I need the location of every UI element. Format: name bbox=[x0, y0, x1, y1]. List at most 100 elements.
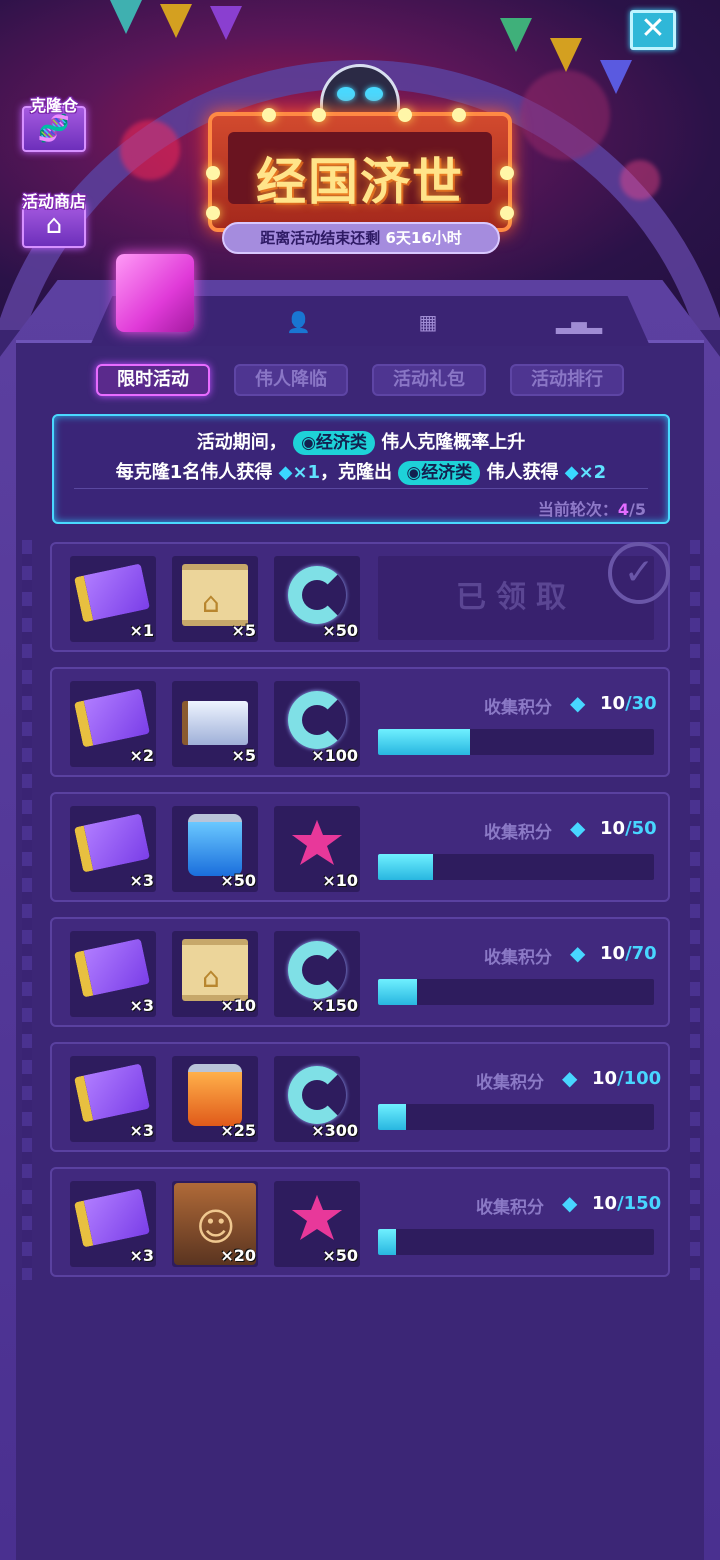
item-quantity: ×5 bbox=[231, 746, 256, 765]
countdown-value: 6天16小时 bbox=[385, 229, 462, 247]
tab-event-ranking[interactable]: 活动排行 bbox=[510, 364, 624, 396]
score-label: 收集积分 bbox=[484, 823, 552, 843]
item-quantity: ×50 bbox=[322, 1246, 358, 1265]
reward-item-slot[interactable]: ×3 bbox=[70, 931, 156, 1017]
item-quantity: ×50 bbox=[322, 621, 358, 640]
ticket-icon bbox=[73, 1188, 151, 1248]
reward-item-slot[interactable]: ×10 bbox=[274, 806, 360, 892]
reward-row: ×3 ×25 ×300 收集积分 ◆ 10/100 bbox=[50, 1042, 670, 1152]
reward-item-slot[interactable]: ×300 bbox=[274, 1056, 360, 1142]
progress-fill bbox=[378, 1104, 406, 1130]
reward-item-slot[interactable]: ×150 bbox=[274, 931, 360, 1017]
reward-item-slot[interactable]: ×3 bbox=[70, 1181, 156, 1267]
coin-icon: ◉ bbox=[406, 463, 422, 483]
c-item-icon bbox=[288, 566, 346, 624]
reward-item-slot[interactable]: ×10 bbox=[172, 931, 258, 1017]
gem-icon: ◆ bbox=[570, 816, 586, 840]
c-item-icon bbox=[288, 1066, 346, 1124]
bunting-flag bbox=[160, 4, 192, 38]
item-quantity: ×3 bbox=[129, 1246, 154, 1265]
round-label: 当前轮次： bbox=[537, 500, 618, 519]
item-quantity: ×20 bbox=[220, 1246, 256, 1265]
economy-tag: ◉经济类 bbox=[293, 431, 375, 455]
gift-icon[interactable]: ▦ bbox=[416, 312, 440, 332]
tab-limited-event[interactable]: 限时活动 bbox=[96, 364, 210, 396]
score-value: 10/50 bbox=[600, 818, 657, 839]
progress-bar bbox=[378, 854, 654, 880]
score-max: /100 bbox=[617, 1068, 662, 1089]
reward-item-slot[interactable]: ×100 bbox=[274, 681, 360, 767]
score-label: 收集积分 bbox=[476, 1073, 544, 1093]
economy-tag-label: 经济类 bbox=[421, 463, 473, 483]
progress-bar bbox=[378, 729, 654, 755]
marquee-bulb bbox=[262, 108, 276, 122]
reward-item-slot[interactable]: ×50 bbox=[274, 1181, 360, 1267]
marquee-bulb bbox=[312, 108, 326, 122]
ticket-icon bbox=[73, 1063, 151, 1123]
bunting-flag bbox=[210, 6, 242, 40]
item-quantity: ×100 bbox=[311, 746, 358, 765]
info-text: 伟人获得 bbox=[486, 462, 559, 483]
gem-icon: ◆ bbox=[564, 462, 579, 483]
round-indicator: 当前轮次：4/5 bbox=[538, 496, 646, 520]
person-icon[interactable]: 👤 bbox=[286, 312, 311, 332]
score-current: 10 bbox=[592, 1068, 618, 1089]
reward-item-slot[interactable]: ×3 bbox=[70, 806, 156, 892]
round-current: 4 bbox=[617, 500, 630, 519]
score-label: 收集积分 bbox=[484, 698, 552, 718]
countdown-banner: 距离活动结束还剩 6天16小时 bbox=[222, 222, 500, 254]
score-max: /50 bbox=[625, 818, 657, 839]
marquee-bulb bbox=[206, 166, 220, 180]
reward-item-slot[interactable]: ×50 bbox=[172, 806, 258, 892]
score-max: /150 bbox=[617, 1193, 662, 1214]
reward-item-slot[interactable]: ×1 bbox=[70, 556, 156, 642]
reward-row: ×3 ×50 ×10 收集积分 ◆ 10/50 bbox=[50, 792, 670, 902]
gem-multiplier: ×2 bbox=[578, 462, 607, 483]
light-bokeh bbox=[620, 160, 660, 200]
reward-item-slot[interactable]: ×5 bbox=[172, 681, 258, 767]
cube-icon[interactable] bbox=[116, 254, 194, 332]
close-icon: ✕ bbox=[640, 11, 666, 46]
gem-icon: ◆ bbox=[570, 941, 586, 965]
reward-item-slot[interactable]: ×5 bbox=[172, 556, 258, 642]
gem-icon: ◆ bbox=[562, 1191, 578, 1215]
event-info-panel: 活动期间， ◉经济类 伟人克隆概率上升 每克隆1名伟人获得 ◆×1，克隆出 ◉经… bbox=[52, 414, 670, 524]
ranking-icon[interactable]: ▂▄▂ bbox=[556, 312, 602, 332]
reward-item-slot[interactable]: ×25 bbox=[172, 1056, 258, 1142]
item-quantity: ×50 bbox=[220, 871, 256, 890]
item-quantity: ×3 bbox=[129, 1121, 154, 1140]
progress-fill bbox=[378, 1229, 397, 1255]
round-total: /5 bbox=[629, 500, 646, 519]
info-text: 每克隆1名伟人获得 bbox=[115, 462, 273, 483]
item-quantity: ×25 bbox=[220, 1121, 256, 1140]
reward-item-slot[interactable]: ×2 bbox=[70, 681, 156, 767]
marquee-bulb bbox=[398, 108, 412, 122]
item-quantity: ×3 bbox=[129, 871, 154, 890]
c-item-icon bbox=[288, 691, 346, 749]
progress-fill bbox=[378, 854, 434, 880]
info-text: 伟人克隆概率上升 bbox=[381, 432, 526, 453]
score-label: 收集积分 bbox=[484, 948, 552, 968]
jar-orange-icon bbox=[188, 1064, 242, 1126]
score-current: 10 bbox=[600, 943, 626, 964]
star-pink-icon bbox=[292, 820, 342, 865]
score-value: 10/150 bbox=[592, 1193, 661, 1214]
reward-item-slot[interactable]: ×50 bbox=[274, 556, 360, 642]
economy-tag-label: 经济类 bbox=[315, 433, 367, 453]
item-quantity: ×5 bbox=[231, 621, 256, 640]
marquee-bulb bbox=[500, 166, 514, 180]
star-pink-icon bbox=[292, 1195, 342, 1240]
marquee-bulb bbox=[206, 206, 220, 220]
reward-item-slot[interactable]: ×3 bbox=[70, 1056, 156, 1142]
event-sign: 经国济世 bbox=[206, 108, 514, 232]
gem-icon: ◆ bbox=[562, 1066, 578, 1090]
tab-event-gift[interactable]: 活动礼包 bbox=[372, 364, 486, 396]
tab-great-person[interactable]: 伟人降临 bbox=[234, 364, 348, 396]
close-button[interactable]: ✕ bbox=[630, 10, 676, 50]
light-bokeh bbox=[120, 120, 180, 180]
gem-icon: ◆ bbox=[278, 462, 293, 483]
score-value: 10/70 bbox=[600, 943, 657, 964]
info-line-1: 活动期间， ◉经济类 伟人克隆概率上升 bbox=[54, 428, 668, 455]
reward-item-slot[interactable]: ×20 bbox=[172, 1181, 258, 1267]
c-item-icon bbox=[288, 941, 346, 999]
